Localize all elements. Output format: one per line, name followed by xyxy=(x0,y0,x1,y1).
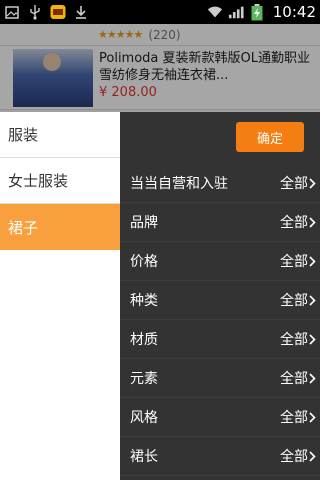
chevron-right-icon xyxy=(309,411,316,423)
wifi-icon xyxy=(207,4,223,20)
download-icon xyxy=(73,4,89,20)
filter-value: 全部 xyxy=(280,176,308,192)
filter-row-price[interactable]: 价格 全部 xyxy=(120,242,320,281)
photo-icon xyxy=(4,4,20,20)
signal-icon xyxy=(228,4,244,20)
filter-label: 裙长 xyxy=(130,449,158,465)
filter-label: 材质 xyxy=(130,332,158,348)
filter-label: 风格 xyxy=(130,410,158,426)
filter-row-seller[interactable]: 当当自营和入驻 全部 xyxy=(120,164,320,203)
usb-icon xyxy=(27,4,43,20)
chevron-right-icon xyxy=(309,333,316,345)
filter-label: 当当自营和入驻 xyxy=(130,176,228,192)
filter-value: 全部 xyxy=(280,410,308,426)
chevron-right-icon xyxy=(309,372,316,384)
filter-value: 全部 xyxy=(280,449,308,465)
chevron-right-icon xyxy=(309,294,316,306)
app-notification-icon xyxy=(50,4,66,20)
chevron-right-icon xyxy=(309,450,316,462)
filter-label: 元素 xyxy=(130,371,158,387)
chevron-right-icon xyxy=(309,255,316,267)
category-label: 服装 xyxy=(8,126,39,144)
filter-label: 种类 xyxy=(130,293,158,309)
filter-value: 全部 xyxy=(280,332,308,348)
chevron-right-icon xyxy=(309,216,316,228)
filter-list: 当当自营和入驻 全部 品牌 全部 价格 全部 种类 全部 材质 全部 元素 全部… xyxy=(120,164,320,476)
battery-charging-icon xyxy=(249,3,265,20)
category-label: 裙子 xyxy=(8,218,39,237)
filter-value: 全部 xyxy=(280,254,308,270)
filter-row-style[interactable]: 风格 全部 xyxy=(120,398,320,437)
filter-row-type[interactable]: 种类 全部 xyxy=(120,281,320,320)
category-item-womens-clothing[interactable]: 女士服装 xyxy=(0,158,120,204)
category-item-skirts[interactable]: 裙子 xyxy=(0,204,120,250)
status-bar: 10:42 xyxy=(0,0,320,24)
clock: 10:42 xyxy=(272,3,316,21)
filter-value: 全部 xyxy=(280,215,308,231)
filter-value: 全部 xyxy=(280,293,308,309)
category-label: 女士服装 xyxy=(8,172,69,190)
category-panel: 服装 女士服装 裙子 xyxy=(0,112,120,480)
filter-label: 品牌 xyxy=(130,215,158,231)
category-item-clothing[interactable]: 服装 xyxy=(0,112,120,158)
filter-row-material[interactable]: 材质 全部 xyxy=(120,320,320,359)
filter-panel: 确定 当当自营和入驻 全部 品牌 全部 价格 全部 种类 全部 材质 全部 元素… xyxy=(120,112,320,480)
filter-value: 全部 xyxy=(280,371,308,387)
chevron-right-icon xyxy=(309,177,316,189)
filter-row-skirt-length[interactable]: 裙长 全部 xyxy=(120,437,320,476)
filter-row-element[interactable]: 元素 全部 xyxy=(120,359,320,398)
filter-label: 价格 xyxy=(130,254,158,270)
confirm-button[interactable]: 确定 xyxy=(236,122,304,152)
filter-row-brand[interactable]: 品牌 全部 xyxy=(120,203,320,242)
